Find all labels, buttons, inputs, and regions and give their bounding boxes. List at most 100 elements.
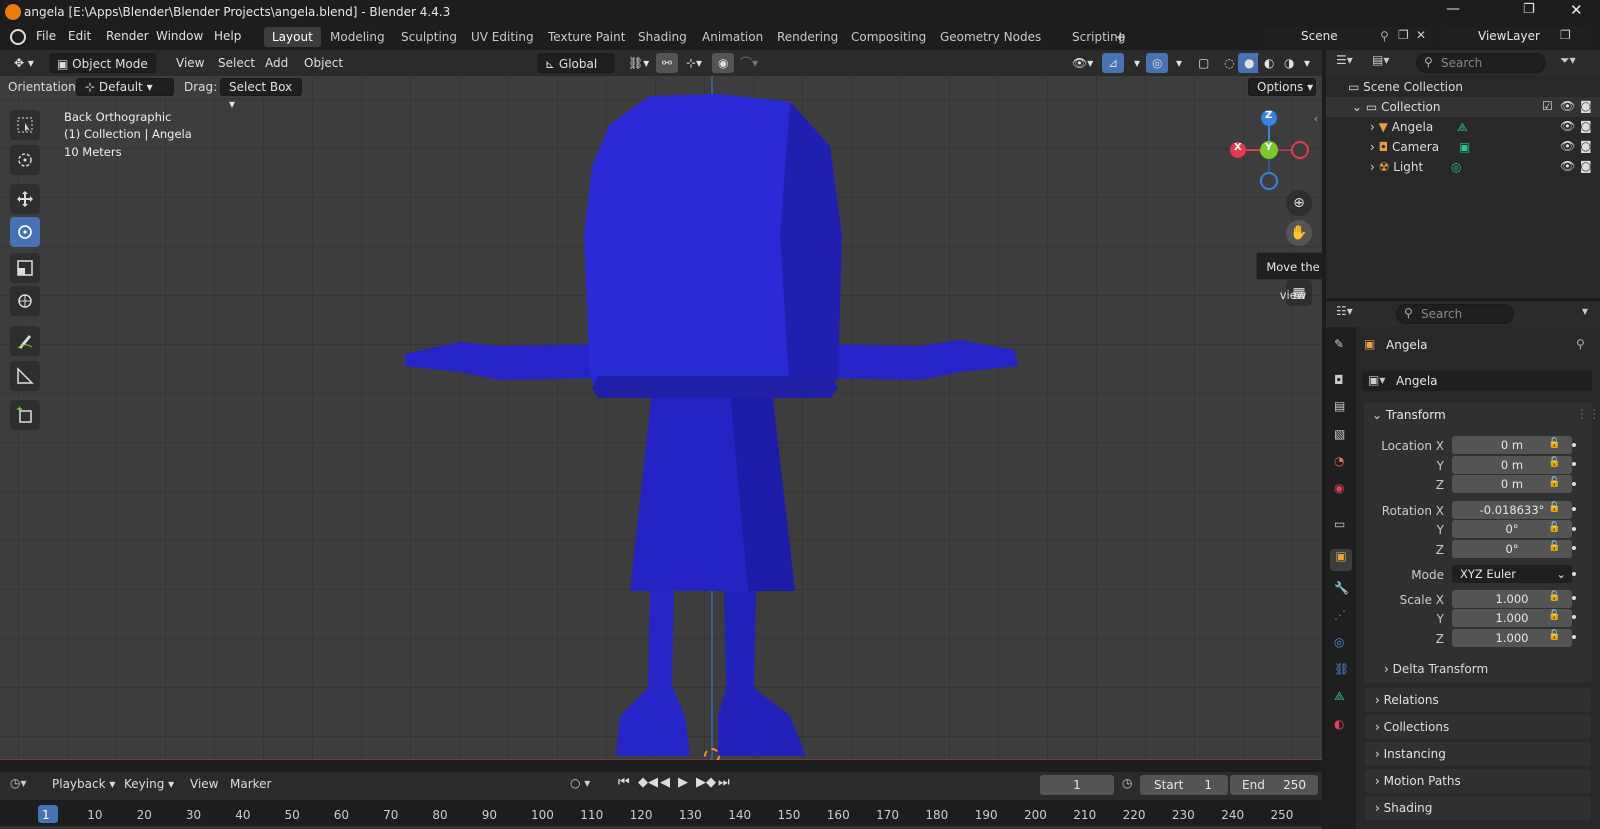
start-frame-field[interactable]: Start 1: [1140, 775, 1228, 795]
pan-hand-icon[interactable]: ✋: [1286, 220, 1312, 246]
viewport-menu-select[interactable]: Select: [212, 53, 262, 73]
lock-location-x-icon[interactable]: 🔓: [1548, 438, 1560, 449]
keyframe-dot[interactable]: [1572, 615, 1576, 619]
tool-tab-icon[interactable]: ✎: [1334, 337, 1344, 351]
filter-icon[interactable]: ⏷▾: [1560, 53, 1576, 68]
motion-paths-panel[interactable]: › Motion Paths: [1365, 769, 1591, 793]
drag-handle-icon[interactable]: ⋮⋮: [1576, 407, 1600, 421]
falloff-icon[interactable]: ⌒▾: [734, 53, 765, 73]
menu-edit[interactable]: Edit: [68, 29, 91, 43]
gizmo-toggle-icon[interactable]: ⊿: [1102, 53, 1125, 73]
viewport-menu-view[interactable]: View: [170, 53, 211, 73]
tab-compositing[interactable]: Compositing: [843, 27, 934, 47]
menu-window[interactable]: Window: [156, 29, 203, 43]
3d-viewport[interactable]: Orientation: ⊹ Default ▾ Drag: Select Bo…: [0, 76, 1322, 760]
relations-panel[interactable]: › Relations: [1365, 688, 1591, 712]
render-tab-icon[interactable]: ◘: [1334, 373, 1344, 387]
keyframe-dot[interactable]: [1572, 462, 1576, 466]
render-camera-icon[interactable]: ◙: [1580, 99, 1592, 113]
visibility-eye-icon[interactable]: 👁: [1560, 99, 1575, 113]
display-mode-icon[interactable]: ▤▾: [1372, 53, 1389, 67]
tab-layout[interactable]: Layout: [264, 27, 321, 47]
overlay-dropdown-icon[interactable]: ▾: [1170, 53, 1189, 73]
editor-type-icon[interactable]: ✥ ▾: [8, 53, 42, 73]
new-viewlayer-icon[interactable]: ❐: [1560, 28, 1571, 42]
gizmo-dropdown-icon[interactable]: ▾: [1128, 53, 1147, 73]
lock-rotation-x-icon[interactable]: 🔓: [1548, 502, 1560, 513]
maximize-button[interactable]: ❐: [1523, 2, 1535, 17]
transform-title[interactable]: Transform: [1386, 408, 1446, 422]
pin-icon[interactable]: ⚲: [1380, 29, 1389, 43]
lock-scale-z-icon[interactable]: 🔓: [1548, 630, 1560, 641]
proportional-edit-icon[interactable]: ◉: [712, 53, 735, 73]
transform-collapse-icon[interactable]: ⌄: [1372, 408, 1382, 422]
timeline-ruler[interactable]: 1 10 20 30 40 50 60 70 80 90 100 110 120 130 140 150 160…: [0, 800, 1322, 829]
tab-shading[interactable]: Shading: [630, 27, 695, 47]
auto-keying-icon[interactable]: ○ ▾: [570, 776, 590, 790]
keyframe-dot[interactable]: [1572, 507, 1576, 511]
shading-dropdown-icon[interactable]: ▾: [1298, 53, 1317, 73]
tab-texture-paint[interactable]: Texture Paint: [540, 27, 633, 47]
properties-options-icon[interactable]: ▾: [1582, 304, 1588, 318]
rotation-mode-dropdown[interactable]: XYZ Euler ⌄: [1452, 565, 1572, 583]
instancing-panel[interactable]: › Instancing: [1365, 742, 1591, 766]
properties-search-input[interactable]: Search: [1396, 304, 1514, 324]
timeline-menu-playback[interactable]: Playback ▾: [52, 777, 115, 791]
jump-end-icon[interactable]: ⏭: [718, 775, 730, 790]
collection-row[interactable]: ⌄ ▭ Collection: [1326, 97, 1600, 117]
outliner-item-angela[interactable]: › ▼ Angela ⟁: [1370, 117, 1468, 137]
play-icon[interactable]: ▶: [678, 775, 688, 790]
menu-render[interactable]: Render: [106, 29, 149, 43]
shading-panel[interactable]: › Shading: [1365, 796, 1591, 820]
timeline-menu-marker[interactable]: Marker: [230, 777, 271, 791]
camera-render-icon[interactable]: ◙: [1580, 139, 1592, 153]
tab-rendering[interactable]: Rendering: [769, 27, 846, 47]
tab-geometry-nodes[interactable]: Geometry Nodes: [932, 27, 1049, 47]
close-window-button[interactable]: ✕: [1570, 1, 1583, 19]
data-tab-icon[interactable]: ⟁: [1334, 689, 1345, 704]
tab-sculpting[interactable]: Sculpting: [393, 27, 465, 47]
physics-tab-icon[interactable]: ◎: [1334, 635, 1344, 649]
keyframe-dot[interactable]: [1572, 635, 1576, 639]
sidebar-toggle-icon[interactable]: ‹: [1314, 114, 1318, 125]
menu-help[interactable]: Help: [214, 29, 241, 43]
snap-icon[interactable]: ⚯: [656, 53, 679, 73]
keyframe-dot[interactable]: [1572, 596, 1576, 600]
add-workspace-button[interactable]: +: [1106, 27, 1135, 47]
light-eye-icon[interactable]: 👁: [1560, 159, 1575, 173]
viewport-menu-object[interactable]: Object: [298, 53, 350, 73]
lock-location-z-icon[interactable]: 🔓: [1548, 477, 1560, 488]
lock-scale-x-icon[interactable]: 🔓: [1548, 591, 1560, 602]
stopwatch-icon[interactable]: ◷: [1122, 776, 1132, 790]
transform-orientation-dropdown[interactable]: ⊾ Global: [538, 53, 614, 73]
tab-animation[interactable]: Animation: [694, 27, 771, 47]
angela-render-icon[interactable]: ◙: [1580, 119, 1592, 133]
collections-panel[interactable]: › Collections: [1365, 715, 1591, 739]
jump-start-icon[interactable]: ⏮: [618, 775, 630, 790]
properties-editor-icon[interactable]: ☷▾: [1336, 304, 1353, 318]
jump-next-key-icon[interactable]: ▶◆: [696, 775, 716, 790]
timeline-menu-keying[interactable]: Keying ▾: [124, 777, 174, 791]
delete-scene-icon[interactable]: ✕: [1416, 28, 1426, 42]
end-frame-field[interactable]: End 250: [1230, 775, 1318, 795]
keyframe-dot[interactable]: [1572, 482, 1576, 486]
outliner-search-input[interactable]: Search: [1416, 53, 1546, 73]
snap-target-icon[interactable]: ⊹▾: [680, 53, 709, 73]
lock-rotation-y-icon[interactable]: 🔓: [1548, 522, 1560, 533]
mesh-data-icon[interactable]: ⟁: [1457, 120, 1468, 134]
keyframe-dot[interactable]: [1572, 527, 1576, 531]
world-tab-icon[interactable]: ◉: [1334, 481, 1344, 495]
camera-eye-icon[interactable]: 👁: [1560, 139, 1575, 153]
lock-rotation-z-icon[interactable]: 🔓: [1548, 541, 1560, 552]
menu-file[interactable]: File: [36, 29, 56, 43]
constraints-tab-icon[interactable]: ⛓: [1334, 662, 1349, 676]
play-reverse-icon[interactable]: ◀: [660, 775, 670, 790]
viewport-menu-add[interactable]: Add: [259, 53, 295, 73]
camera-data-icon[interactable]: ▣: [1459, 140, 1470, 154]
lock-scale-y-icon[interactable]: 🔓: [1548, 610, 1560, 621]
jump-prev-key-icon[interactable]: ◆◀: [638, 775, 658, 790]
timeline-menu-view[interactable]: View: [190, 777, 218, 791]
blender-menu-icon[interactable]: [10, 29, 26, 45]
xray-icon[interactable]: ▢: [1192, 53, 1216, 73]
minimize-button[interactable]: —: [1446, 1, 1460, 17]
